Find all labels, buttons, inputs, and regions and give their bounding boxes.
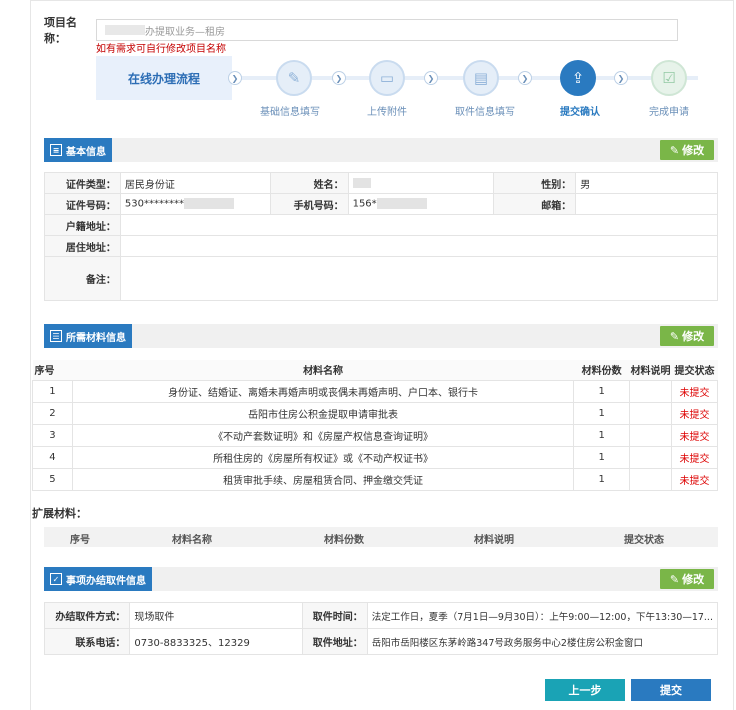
step-label-basic: 基础信息填写	[260, 107, 320, 118]
pickup-address-label: 取件地址：	[302, 628, 368, 655]
flow-title: 在线办理流程	[96, 56, 232, 100]
basic-info-section: ≡ 基本信息 ✎ 修改	[44, 138, 718, 162]
pickup-method-value: 现场取件	[129, 602, 304, 629]
edit-basic-button[interactable]: ✎ 修改	[660, 140, 714, 160]
col-header-name: 材料名称	[72, 360, 574, 381]
basic-info-title: 基本信息	[66, 146, 106, 158]
pickup-section: ✓ 事项办结取件信息 ✎ 修改	[44, 567, 718, 591]
col-header-note: 材料说明	[629, 360, 672, 381]
basic-info-table: 证件类型： 居民身份证 姓名： 性别： 男 证件号码： 530******** …	[44, 172, 719, 301]
ext-col-no: 序号	[70, 535, 90, 546]
edit-materials-button[interactable]: ✎ 修改	[660, 326, 714, 346]
ext-col-count: 材料份数	[324, 535, 364, 546]
residence-label: 居住地址：	[44, 235, 121, 257]
folder-upload-icon: ▭	[369, 60, 405, 96]
status-text: 未提交	[671, 445, 718, 469]
table-row: 4 所租住房的《房屋所有权证》或《不动产权证书》 1 未提交	[32, 445, 718, 469]
project-name-label: 项目名称：	[44, 16, 77, 45]
gender-label: 性别：	[493, 172, 577, 194]
document-list-icon: ▤	[463, 60, 499, 96]
phone-value: 156*	[347, 193, 495, 215]
remark-label: 备注：	[44, 256, 121, 301]
name-label: 姓名：	[269, 172, 349, 194]
project-name-value: 办提取业务—租房	[145, 26, 225, 38]
hukou-label: 户籍地址：	[44, 214, 121, 236]
contact-phone-value: 0730-8833325、12329	[129, 628, 304, 655]
table-row: 1 身份证、结婚证、离婚未再婚声明或丧偶未再婚声明、户口本、银行卡 1 未提交	[32, 379, 718, 403]
materials-section: ☰ 所需材料信息 ✎ 修改	[44, 324, 718, 348]
status-text: 未提交	[671, 401, 718, 425]
email-value	[575, 193, 718, 215]
col-header-count: 材料份数	[573, 360, 630, 381]
name-value	[347, 172, 495, 194]
phone-label: 手机号码：	[269, 193, 349, 215]
col-header-status: 提交状态	[671, 360, 718, 381]
pickup-time-label: 取件时间：	[302, 602, 368, 629]
id-no-label: 证件号码：	[44, 193, 121, 215]
upload-confirm-icon: ⇪	[560, 60, 596, 96]
flow-arrow-icon: ❯	[614, 71, 628, 85]
materials-title: 所需材料信息	[66, 332, 126, 344]
pickup-title: 事项办结取件信息	[66, 575, 146, 587]
step-label-complete: 完成申请	[649, 107, 689, 118]
pickup-method-label: 办结取件方式：	[43, 602, 131, 629]
table-row: 2 岳阳市住房公积金提取申请审批表 1 未提交	[32, 401, 718, 425]
contact-phone-label: 联系电话：	[43, 628, 131, 655]
pencil-icon: ✎	[669, 329, 680, 343]
prev-step-button[interactable]: 上一步	[545, 679, 625, 701]
ext-col-note: 材料说明	[474, 535, 514, 546]
status-text: 未提交	[671, 467, 718, 491]
table-row: 5 租赁审批手续、房屋租赁合同、押金缴交凭证 1 未提交	[32, 467, 718, 491]
flow-arrow-icon: ❯	[332, 71, 346, 85]
pickup-info-table: 办结取件方式： 现场取件 取件时间： 法定工作日，夏季（7月1日—9月30日）：…	[43, 602, 719, 655]
project-name-hint: 如有需求可自行修改项目名称	[96, 44, 226, 55]
step-label-upload: 上传附件	[367, 107, 407, 118]
table-row: 3 《不动产套数证明》和《房屋产权信息查询证明》 1 未提交	[32, 423, 718, 447]
flow-arrow-icon: ❯	[518, 71, 532, 85]
materials-table: 序号 材料名称 材料份数 材料说明 提交状态 1 身份证、结婚证、离婚未再婚声明…	[32, 360, 718, 491]
extended-materials-label: 扩展材料：	[32, 507, 87, 520]
id-type-label: 证件类型：	[44, 172, 121, 194]
step-label-pickup: 取件信息填写	[455, 107, 515, 118]
hukou-value	[119, 214, 719, 236]
submit-button[interactable]: 提交	[631, 679, 711, 701]
check-box-icon: ☑	[651, 60, 687, 96]
check-icon: ✓	[50, 573, 62, 585]
page-frame: 项目名称： 办提取业务—租房 如有需求可自行修改项目名称 在线办理流程 ❯ ✎ …	[0, 0, 736, 710]
step-label-confirm: 提交确认	[560, 107, 600, 118]
edit-doc-icon: ✎	[276, 60, 312, 96]
id-no-value: 530********	[119, 193, 271, 215]
col-header-no: 序号	[32, 360, 73, 381]
status-text: 未提交	[671, 423, 718, 447]
document-icon: ≡	[50, 144, 62, 156]
project-name-input[interactable]: 办提取业务—租房	[96, 19, 678, 41]
email-label: 邮箱：	[493, 193, 577, 215]
status-text: 未提交	[671, 379, 718, 403]
list-icon: ☰	[50, 330, 62, 342]
residence-value	[119, 235, 719, 257]
gender-value: 男	[575, 172, 718, 194]
pickup-time-value: 法定工作日，夏季（7月1日—9月30日）：上午9:00—12:00，下午13:3…	[366, 602, 719, 629]
ext-col-name: 材料名称	[172, 535, 212, 546]
flow-arrow-icon: ❯	[424, 71, 438, 85]
edit-pickup-button[interactable]: ✎ 修改	[660, 569, 714, 589]
remark-value	[119, 256, 719, 301]
pickup-address-value: 岳阳市岳阳楼区东茅岭路347号政务服务中心2楼住房公积金窗口	[366, 628, 719, 655]
ext-col-status: 提交状态	[624, 535, 664, 546]
id-type-value: 居民身份证	[119, 172, 271, 194]
extended-materials-header: 序号 材料名称 材料份数 材料说明 提交状态	[44, 527, 718, 547]
flow-arrow-icon: ❯	[228, 71, 242, 85]
pencil-icon: ✎	[669, 143, 680, 157]
pencil-icon: ✎	[669, 572, 680, 586]
